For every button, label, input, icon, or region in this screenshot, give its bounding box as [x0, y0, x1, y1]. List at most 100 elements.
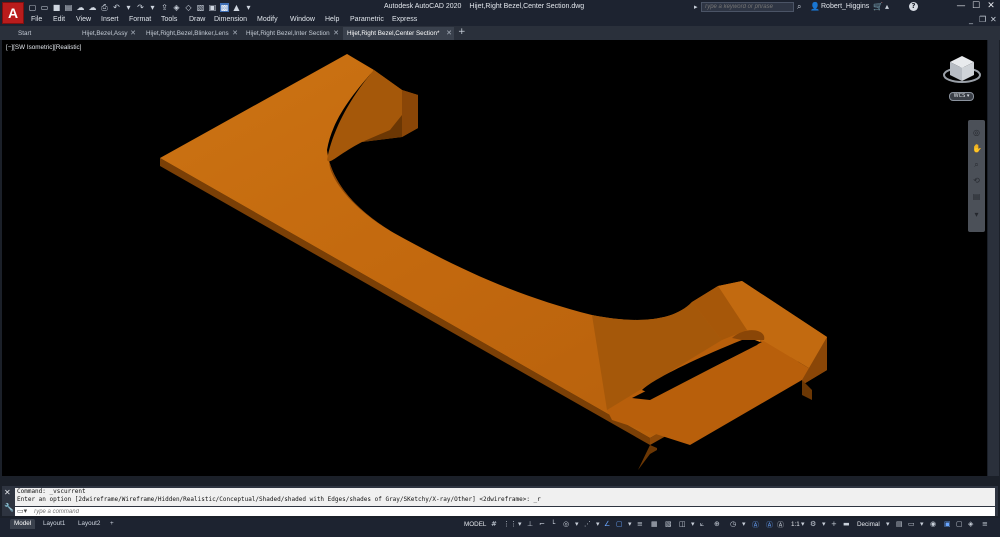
customize-icon[interactable]: ▾ [244, 3, 253, 12]
navbar-menu-icon[interactable]: ▾ [972, 210, 981, 219]
menu-parametric[interactable]: Parametric [350, 16, 384, 23]
gizmo-dropdown-icon[interactable]: ▾ [742, 520, 746, 528]
tab-start[interactable]: Start [14, 27, 74, 40]
new-tab-button[interactable]: + [458, 27, 466, 37]
user-icon[interactable]: 👤 [810, 2, 820, 11]
polar-dropdown-icon[interactable]: ▾ [575, 520, 579, 528]
close-tab-icon[interactable]: ✕ [232, 27, 238, 40]
zoom-extents-icon[interactable]: ⌕ [972, 160, 981, 169]
selection-filter-icon[interactable]: ⊕ [714, 520, 720, 528]
menu-modify[interactable]: Modify [257, 16, 278, 23]
search-icon[interactable]: ⌕ [797, 2, 801, 12]
orbit-icon[interactable]: ⟲ [972, 176, 981, 185]
lineweight-icon[interactable]: ≡ [637, 520, 643, 528]
customization-icon[interactable]: ≡ [982, 520, 988, 528]
minimize-icon[interactable]: — [955, 1, 967, 12]
plot-icon[interactable]: ▣ [208, 3, 217, 12]
a360-share-icon[interactable]: ▴ [885, 2, 889, 11]
close-tab-icon[interactable]: ✕ [130, 27, 136, 40]
command-input[interactable] [33, 507, 633, 516]
close-command-line-icon[interactable]: ✕ [4, 488, 11, 497]
model-space-button[interactable]: MODEL [464, 521, 486, 528]
print-icon[interactable]: ⎙ [100, 3, 109, 12]
redo-icon[interactable]: ↷ [136, 3, 145, 12]
undo-dropdown-icon[interactable]: ▾ [124, 3, 133, 12]
save-icon[interactable]: ■ [52, 3, 61, 12]
tab-hijet-right-bezel-blinker-lens[interactable]: Hijet,Right,Bezel,Blinker,Lens ✕ [142, 27, 240, 40]
new-icon[interactable]: ▢ [28, 3, 37, 12]
doc-minimize-icon[interactable]: _ [969, 15, 973, 24]
dynamic-input-icon[interactable]: ⌐ [539, 520, 545, 528]
save-as-icon[interactable]: ▤ [64, 3, 73, 12]
annotation-visibility-icon[interactable]: Ⓐ [752, 520, 759, 530]
vertical-scrollbar[interactable] [988, 40, 999, 476]
undo-icon[interactable]: ↶ [112, 3, 121, 12]
open-icon[interactable]: ▭ [40, 3, 49, 12]
workspace-icon[interactable]: ◇ [184, 3, 193, 12]
menu-format[interactable]: Format [129, 16, 151, 23]
application-menu-button[interactable]: A [2, 2, 24, 24]
clean-screen-icon[interactable]: ▢ [956, 520, 963, 528]
workspace-switch-icon[interactable]: ▩ [220, 3, 229, 12]
close-tab-icon[interactable]: ✕ [333, 27, 339, 40]
tab-hijet-right-bezel-inter-section[interactable]: Hijet,Right Bezel,Inter Section ✕ [242, 27, 341, 40]
add-layout-button[interactable]: + [106, 519, 118, 529]
snap-icon[interactable]: ⋮⋮ [503, 520, 517, 528]
gizmo-icon[interactable]: ◷ [730, 520, 736, 528]
user-name[interactable]: Robert_Higgins [821, 3, 869, 10]
redo-dropdown-icon[interactable]: ▾ [148, 3, 157, 12]
menu-insert[interactable]: Insert [101, 16, 119, 23]
annotation-monitor-icon[interactable]: + [831, 520, 837, 528]
tab-hijet-right-bezel-center-section[interactable]: Hijet,Right Bezel,Center Section* ✕ [343, 27, 454, 40]
lock-ui-dropdown-icon[interactable]: ▾ [920, 520, 924, 528]
menu-help[interactable]: Help [325, 16, 339, 23]
menu-window[interactable]: Window [290, 16, 315, 23]
visual-style-icon[interactable]: ▲ [232, 3, 241, 12]
annotation-scale-icon[interactable]: Ⓐ [777, 520, 784, 530]
doc-restore-icon[interactable]: ❐ [979, 15, 986, 24]
quick-properties-icon[interactable]: ▤ [896, 520, 903, 528]
menu-file[interactable]: File [31, 16, 42, 23]
autodesk-app-store-icon[interactable]: 🛒 [873, 2, 883, 11]
doc-close-icon[interactable]: ✕ [990, 15, 997, 24]
menu-tools[interactable]: Tools [161, 16, 177, 23]
selection-cycling-icon[interactable]: ▧ [665, 520, 672, 528]
workspace-dropdown-icon[interactable]: ▾ [822, 520, 826, 528]
close-tab-icon[interactable]: ✕ [446, 27, 452, 40]
steering-wheel-icon[interactable]: ◎ [972, 128, 981, 137]
wcs-menu-button[interactable]: WCS ▾ [949, 92, 974, 101]
isodraft-dropdown-icon[interactable]: ▾ [596, 520, 600, 528]
cloud-open-icon[interactable]: ☁ [76, 3, 85, 12]
pan-icon[interactable]: ✋ [972, 144, 982, 153]
menu-edit[interactable]: Edit [53, 16, 65, 23]
layout-tab-layout1[interactable]: Layout1 [39, 519, 69, 529]
search-input[interactable] [701, 2, 794, 12]
menu-dimension[interactable]: Dimension [214, 16, 247, 23]
workspace-switching-icon[interactable]: ⚙ [810, 520, 816, 528]
layout-tab-model[interactable]: Model [10, 519, 36, 529]
transparency-icon[interactable]: ▦ [651, 520, 658, 528]
close-window-icon[interactable]: ✕ [985, 1, 997, 12]
share-drawing-icon[interactable]: ⇪ [160, 3, 169, 12]
customize-command-line-icon[interactable]: 🔧 [4, 503, 14, 512]
object-snap-tracking-icon[interactable]: ∠ [604, 520, 610, 528]
match-properties-icon[interactable]: ▧ [196, 3, 205, 12]
bezel-3d-model[interactable] [2, 40, 987, 476]
menu-draw[interactable]: Draw [189, 16, 205, 23]
object-snap-dropdown-icon[interactable]: ▾ [628, 520, 632, 528]
infer-constraints-icon[interactable]: ⊥ [527, 520, 533, 528]
isolate-objects-icon[interactable]: ◉ [930, 520, 936, 528]
3d-object-snap-icon[interactable]: ◫ [679, 520, 686, 528]
annotation-scale-dropdown-icon[interactable]: ▾ [801, 520, 805, 528]
showmotion-icon[interactable]: ▤ [972, 192, 981, 201]
menu-view[interactable]: View [76, 16, 91, 23]
command-prompt-icon[interactable]: ▭▾ [17, 507, 27, 515]
grid-icon[interactable]: # [491, 520, 497, 528]
graphics-performance-icon[interactable]: ◈ [968, 520, 973, 528]
cloud-save-icon[interactable]: ☁ [88, 3, 97, 12]
units-dropdown-icon[interactable]: ▾ [886, 520, 890, 528]
isodraft-icon[interactable]: ⋰ [584, 520, 591, 528]
dynamic-ucs-icon[interactable]: ⟀ [700, 520, 704, 529]
snap-dropdown-icon[interactable]: ▾ [518, 520, 522, 528]
lock-ui-icon[interactable]: ▭ [908, 520, 915, 528]
